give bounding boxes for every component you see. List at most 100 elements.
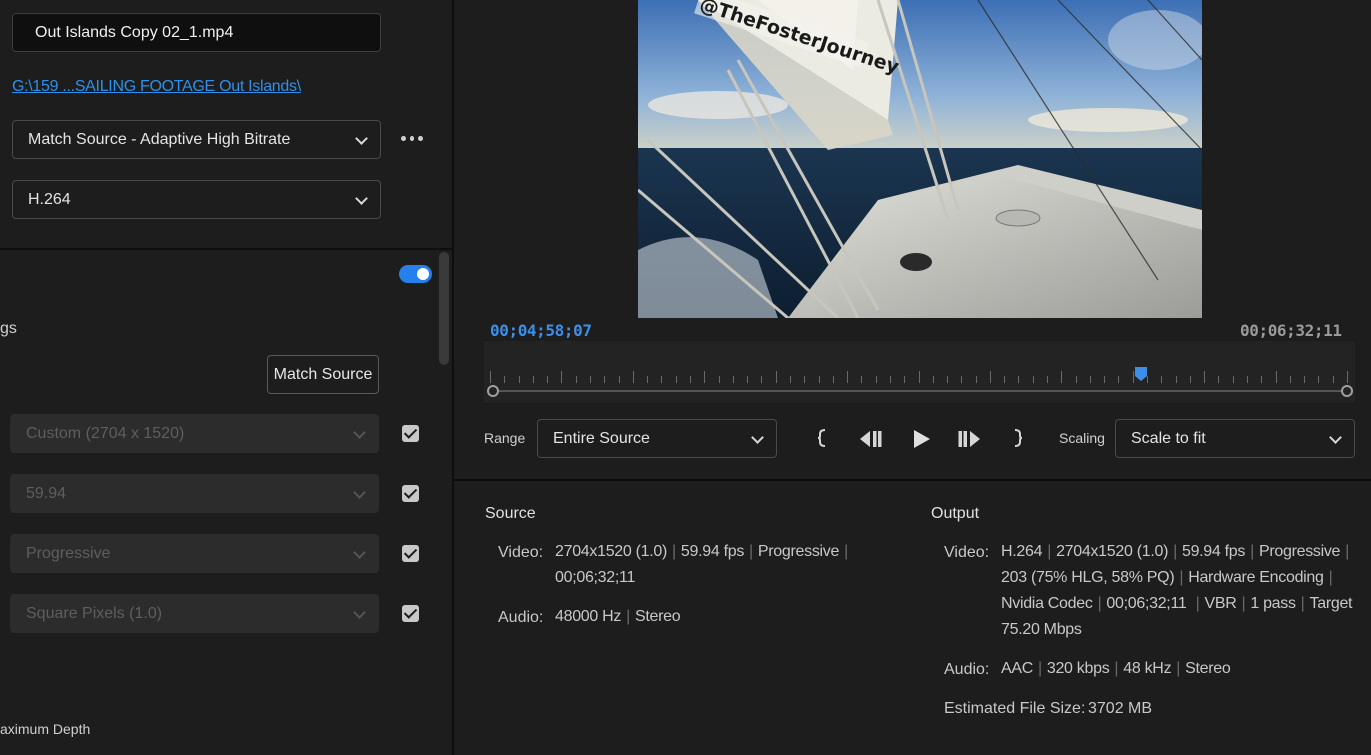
output-audio-label: Audio: <box>944 661 990 678</box>
ruler-tick <box>933 376 934 383</box>
ruler-tick <box>990 371 991 383</box>
ruler-tick <box>1247 376 1248 383</box>
output-audio-info: AAC | 320 kbps | 48 kHz | Stereo <box>1001 660 1231 677</box>
ruler-tick <box>1061 371 1062 383</box>
ruler-tick <box>504 376 505 383</box>
preset-value: Match Source - Adaptive High Bitrate <box>28 131 291 148</box>
ruler-tick <box>647 376 648 383</box>
timeline-scrubber[interactable] <box>484 341 1355 403</box>
ruler-tick <box>1076 376 1077 383</box>
chevron-down-icon <box>353 546 366 559</box>
divider <box>0 248 452 250</box>
ruler-tick <box>1047 376 1048 383</box>
estimated-file-size-label: Estimated File Size: <box>944 700 1086 717</box>
ruler-tick <box>1176 376 1177 383</box>
estimated-file-size-value: 3702 MB <box>1088 700 1153 717</box>
video-toggle[interactable] <box>399 265 432 283</box>
playhead-marker[interactable] <box>1134 366 1148 382</box>
ruler-tick <box>790 376 791 383</box>
time-ruler <box>490 370 1348 383</box>
total-duration-timecode: 00;06;32;11 <box>1240 321 1342 340</box>
ruler-tick <box>1004 376 1005 383</box>
chevron-down-icon <box>353 426 366 439</box>
maximum-depth-label: aximum Depth <box>0 721 91 737</box>
more-options-icon[interactable] <box>401 131 424 145</box>
ruler-tick <box>733 376 734 383</box>
video-settings-heading: gs <box>0 320 17 337</box>
ruler-tick <box>519 376 520 383</box>
ruler-tick <box>1347 371 1348 383</box>
ruler-tick <box>904 376 905 383</box>
source-video-info: 2704x1520 (1.0) | 59.94 fps | Progressive | 0… <box>555 539 885 591</box>
chevron-down-icon <box>1329 431 1342 444</box>
range-out-handle[interactable] <box>1341 385 1353 397</box>
ruler-tick <box>1018 376 1019 383</box>
frame-size-value: Custom (2704 x 1520) <box>26 425 185 442</box>
source-video-label: Video: <box>498 544 544 561</box>
ruler-tick <box>1090 376 1091 383</box>
scrollbar-thumb[interactable] <box>439 252 449 365</box>
preset-dropdown[interactable]: Match Source - Adaptive High Bitrate <box>12 120 381 159</box>
ruler-tick <box>833 376 834 383</box>
panel-divider[interactable] <box>452 0 454 755</box>
scaling-dropdown[interactable]: Scale to fit <box>1115 419 1355 458</box>
range-value: Entire Source <box>553 430 650 447</box>
frame-rate-value: 59.94 <box>26 485 67 502</box>
ruler-tick <box>619 376 620 383</box>
field-order-match-checkbox[interactable] <box>402 545 419 562</box>
chevron-down-icon <box>353 486 366 499</box>
mark-in-icon[interactable] <box>816 428 828 448</box>
ruler-tick <box>604 376 605 383</box>
frame-rate-dropdown[interactable]: 59.94 <box>10 474 379 513</box>
aspect-value: Square Pixels (1.0) <box>26 605 163 622</box>
ruler-tick <box>1204 371 1205 383</box>
ruler-tick <box>547 376 548 383</box>
mark-out-icon[interactable] <box>1012 428 1024 448</box>
ruler-tick <box>1033 376 1034 383</box>
ruler-tick <box>661 376 662 383</box>
ruler-tick <box>1318 376 1319 383</box>
ruler-tick <box>819 376 820 383</box>
filename-field[interactable]: Out Islands Copy 02_1.mp4 <box>12 13 381 52</box>
ruler-tick <box>890 376 891 383</box>
aspect-match-checkbox[interactable] <box>402 605 419 622</box>
range-in-handle[interactable] <box>487 385 499 397</box>
source-video-duration: 00;06;32;11 <box>555 569 636 586</box>
frame-size-dropdown[interactable]: Custom (2704 x 1520) <box>10 414 379 453</box>
step-forward-icon[interactable] <box>958 429 982 449</box>
ruler-tick <box>719 376 720 383</box>
step-back-icon[interactable] <box>858 429 882 449</box>
ruler-tick <box>490 371 491 383</box>
field-order-dropdown[interactable]: Progressive <box>10 534 379 573</box>
frame-rate-match-checkbox[interactable] <box>402 485 419 502</box>
scaling-value: Scale to fit <box>1131 430 1206 447</box>
frame-size-match-checkbox[interactable] <box>402 425 419 442</box>
current-timecode[interactable]: 00;04;58;07 <box>490 321 592 340</box>
range-dropdown[interactable]: Entire Source <box>537 419 777 458</box>
ruler-tick <box>1118 376 1119 383</box>
ruler-tick <box>804 376 805 383</box>
ruler-tick <box>1104 376 1105 383</box>
scaling-label: Scaling <box>1059 430 1105 446</box>
output-video-bitrate: 75.20 Mbps <box>1001 621 1082 638</box>
play-icon[interactable] <box>911 429 931 449</box>
aspect-dropdown[interactable]: Square Pixels (1.0) <box>10 594 379 633</box>
output-heading: Output <box>931 505 980 522</box>
source-audio-label: Audio: <box>498 609 544 626</box>
ruler-tick <box>976 376 977 383</box>
field-order-value: Progressive <box>26 545 111 562</box>
ruler-tick <box>876 376 877 383</box>
export-settings-panel: Out Islands Copy 02_1.mp4 G:\159 ...SAIL… <box>0 0 452 755</box>
match-source-button[interactable]: Match Source <box>267 355 379 394</box>
ruler-tick <box>533 376 534 383</box>
ruler-tick <box>1333 376 1334 383</box>
format-value: H.264 <box>28 191 71 208</box>
format-dropdown[interactable]: H.264 <box>12 180 381 219</box>
chevron-down-icon <box>353 606 366 619</box>
ruler-tick <box>1290 376 1291 383</box>
ruler-tick <box>561 371 562 383</box>
chevron-down-icon <box>355 132 368 145</box>
ruler-tick <box>861 376 862 383</box>
source-video-line: 2704x1520 (1.0) | 59.94 fps | Progressive | <box>555 543 848 560</box>
output-path-link[interactable]: G:\159 ...SAILING FOOTAGE Out Islands\ <box>12 78 301 96</box>
